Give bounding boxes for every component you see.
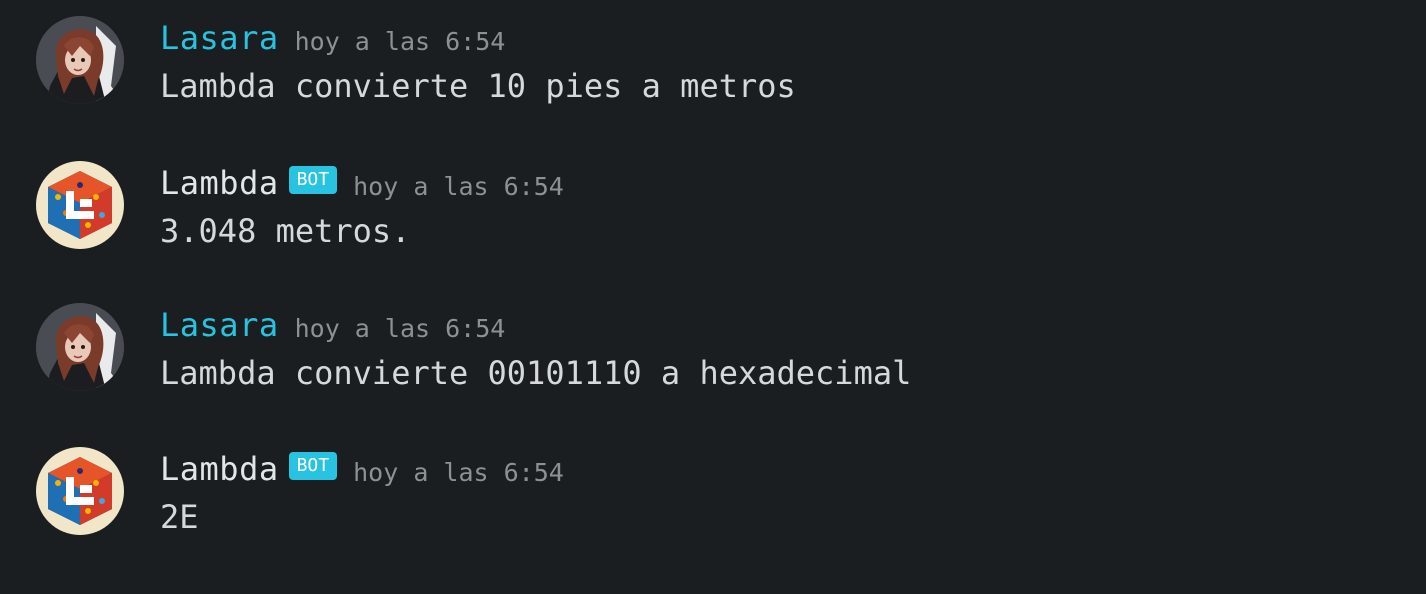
bot-badge: BOT: [288, 166, 338, 194]
anime-girl-avatar-icon: [36, 303, 124, 391]
author-name[interactable]: Lasara: [160, 18, 279, 58]
message-item: Lasara hoy a las 6:54 Lambda convierte 0…: [0, 287, 1426, 407]
message-text: 3.048 metros.: [160, 212, 411, 250]
author-name[interactable]: Lasara: [160, 305, 279, 345]
message-timestamp: hoy a las 6:54: [353, 457, 564, 487]
user-avatar[interactable]: [36, 303, 124, 391]
message-header: Lambda BOT hoy a las 6:54: [160, 449, 564, 489]
author-name[interactable]: Lambda: [160, 163, 279, 203]
bot-avatar[interactable]: [36, 161, 124, 249]
user-avatar[interactable]: [36, 16, 124, 104]
message-item: Lambda BOT hoy a las 6:54 2E: [0, 431, 1426, 551]
message-header: Lasara hoy a las 6:54: [160, 305, 505, 345]
message-timestamp: hoy a las 6:54: [294, 26, 506, 56]
message-timestamp: hoy a las 6:54: [294, 313, 506, 343]
bot-avatar[interactable]: [36, 447, 124, 535]
anime-girl-avatar-icon: [36, 16, 124, 104]
message-header: Lambda BOT hoy a las 6:54: [160, 163, 564, 203]
message-item: Lasara hoy a las 6:54 Lambda convierte 1…: [0, 0, 1426, 120]
lambda-cube-avatar-icon: [36, 161, 124, 249]
message-text: Lambda convierte 10 pies a metros: [160, 67, 796, 105]
author-name[interactable]: Lambda: [160, 449, 279, 489]
message-header: Lasara hoy a las 6:54: [160, 18, 505, 58]
message-text: Lambda convierte 00101110 a hexadecimal: [160, 354, 912, 392]
message-text: 2E: [160, 498, 199, 536]
chat-messages: Lasara hoy a las 6:54 Lambda convierte 1…: [0, 0, 1426, 594]
bot-badge: BOT: [288, 452, 338, 480]
lambda-cube-avatar-icon: [36, 447, 124, 535]
message-timestamp: hoy a las 6:54: [353, 171, 564, 201]
message-item: Lambda BOT hoy a las 6:54 3.048 metros.: [0, 145, 1426, 265]
